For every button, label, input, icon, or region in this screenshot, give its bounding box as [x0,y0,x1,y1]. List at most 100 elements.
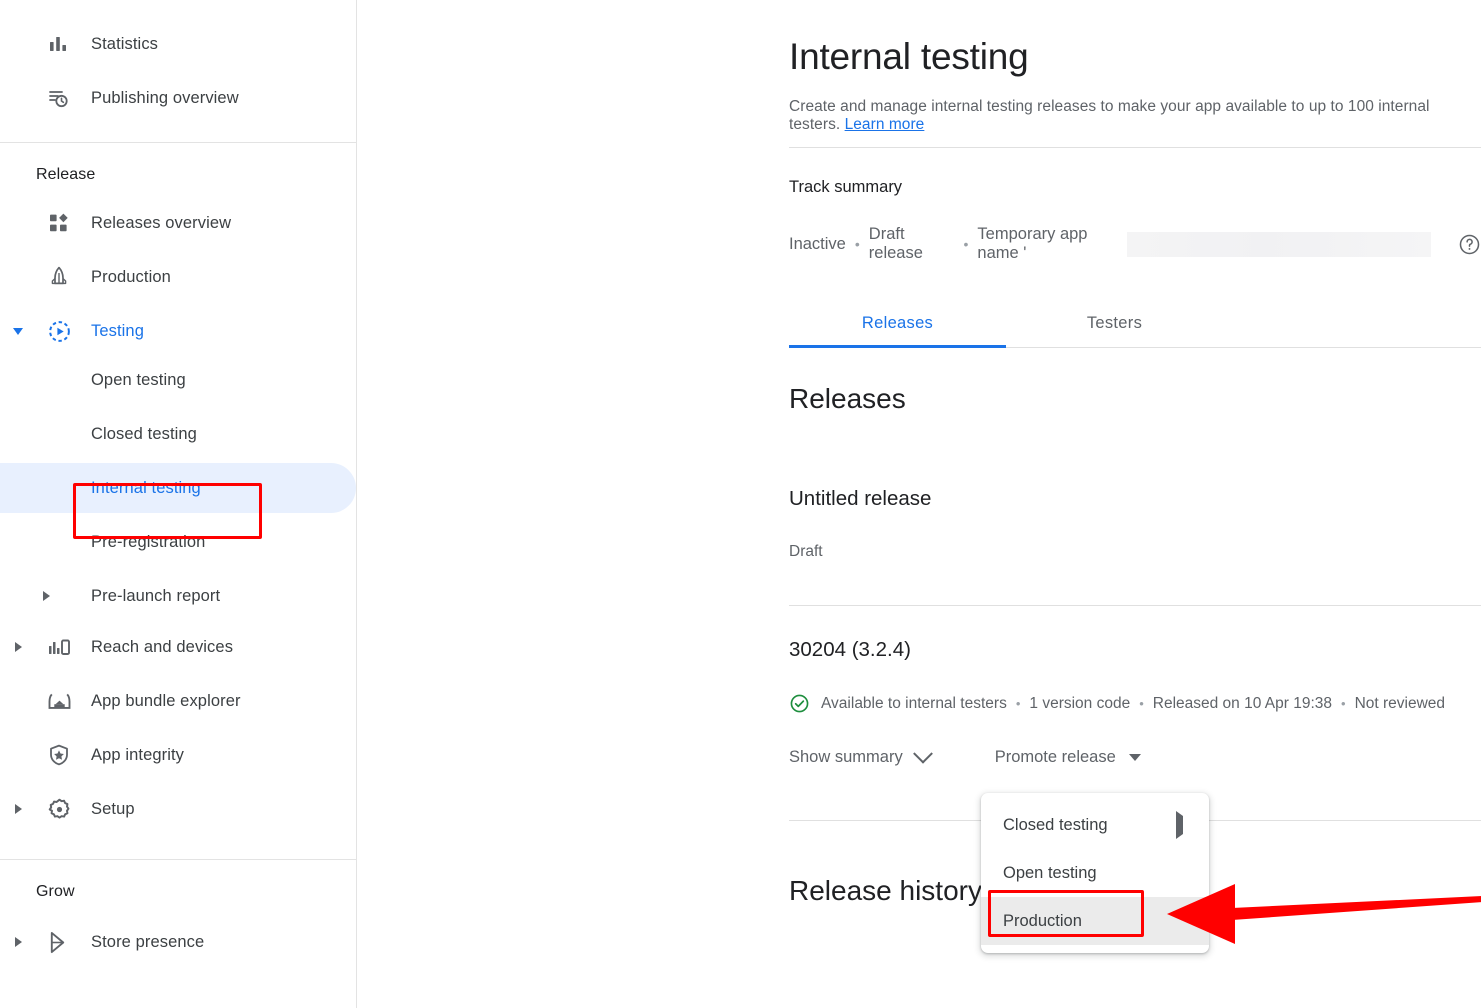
main-content: Internal testing Create and manage inter… [357,0,1481,1008]
meta-separator: • [1015,696,1021,711]
tab-testers[interactable]: Testers [1006,300,1223,346]
chevron-right-icon [1176,810,1183,839]
chevron-right-icon[interactable] [0,804,36,814]
releases-section-title: Releases [789,383,906,414]
release-history-title: Release history [789,875,982,906]
promote-release-label: Promote release [994,748,1116,766]
sidebar-item-releases-overview[interactable]: Releases overview [0,201,356,245]
play-store-icon [36,930,82,955]
sidebar-item-testing[interactable]: Testing [0,309,356,353]
release-review-status: Not reviewed [1354,694,1446,712]
draft-release-status: Draft [789,543,823,560]
track-release-state: Draft release [868,225,923,262]
promote-release-button[interactable]: Promote release [995,748,1141,767]
page-title: Internal testing [789,36,1029,77]
sidebar-item-setup[interactable]: Setup [0,787,356,831]
sidebar-navigation: Statistics Publishing overview Release R… [0,0,357,1008]
track-summary-heading: Track summary [789,178,903,196]
draft-release-name: Untitled release [789,487,932,510]
sidebar-item-label: Store presence [91,932,205,951]
meta-separator: • [1341,696,1346,711]
meta-separator: • [1139,696,1144,711]
sidebar-item-pre-launch-report[interactable]: Pre-launch report [0,569,356,623]
chevron-down-icon [912,743,933,764]
sidebar-item-publishing-overview[interactable]: Publishing overview [0,76,356,120]
sidebar-item-store-presence[interactable]: Store presence [0,920,356,964]
track-status: Inactive [789,234,846,253]
sidebar-item-label: Setup [91,799,135,818]
show-summary-label: Show summary [789,748,903,766]
chevron-right-icon[interactable] [0,937,36,947]
tab-label: Testers [1086,313,1143,332]
publishing-clock-icon [36,86,82,110]
sidebar-divider [0,859,356,860]
bar-chart-icon [36,32,82,56]
sidebar-item-statistics[interactable]: Statistics [0,22,356,66]
menu-item-label: Closed testing [1003,815,1108,834]
reach-devices-icon [36,635,82,659]
sidebar-item-label: Reach and devices [91,637,234,656]
track-summary-meta: Inactive • Draft release • Temporary app… [789,225,1481,263]
sidebar-item-app-integrity[interactable]: App integrity [0,733,356,777]
shield-star-icon [36,743,82,767]
meta-separator: • [963,236,969,252]
track-app-name-prefix: Temporary app name ' [977,225,1088,262]
check-circle-icon [789,693,810,714]
sidebar-item-pre-registration[interactable]: Pre-registration [0,515,356,569]
redacted-app-name [1126,231,1431,257]
header-divider [789,147,1481,148]
android-bundle-icon [36,689,82,714]
release-divider-1 [789,605,1481,606]
sidebar-item-label: Closed testing [91,424,197,443]
sidebar-item-production[interactable]: Production [0,255,356,299]
caret-down-icon [1128,754,1141,761]
release-availability: Available to internal testers [821,694,1007,712]
menu-item-production[interactable]: Production [981,897,1209,945]
chevron-down-icon[interactable] [0,327,36,335]
tab-releases[interactable]: Releases [789,300,1006,346]
sidebar-item-label: Production [91,267,171,286]
sidebar-item-reach-and-devices[interactable]: Reach and devices [0,625,356,669]
testing-play-icon [36,319,82,344]
release-released-on: Released on 10 Apr 19:38 [1152,694,1333,712]
published-release-meta: Available to internal testers • 1 versio… [789,693,1445,714]
tab-active-indicator [789,345,1006,348]
sidebar-section-release: Release [36,166,96,183]
sidebar-item-label: Internal testing [91,478,201,497]
sidebar-item-open-testing[interactable]: Open testing [0,353,356,407]
menu-item-label: Open testing [1003,863,1097,882]
chevron-right-icon[interactable] [0,642,36,652]
sidebar-item-app-bundle-explorer[interactable]: App bundle explorer [0,679,356,723]
learn-more-link[interactable]: Learn more [845,116,925,133]
chevron-right-icon[interactable] [36,591,56,601]
sidebar-item-label: Statistics [91,34,159,53]
sidebar-item-label: Publishing overview [91,88,239,107]
show-summary-button[interactable]: Show summary [789,743,933,767]
page-subtitle: Create and manage internal testing relea… [789,98,1481,134]
help-circle-icon[interactable] [1458,233,1481,256]
rocket-icon [36,265,82,289]
sidebar-item-label: Testing [91,321,144,340]
sidebar-section-grow: Grow [36,883,75,900]
sidebar-item-label: Open testing [91,370,186,389]
sidebar-item-closed-testing[interactable]: Closed testing [0,407,356,461]
menu-item-open-testing[interactable]: Open testing [981,849,1209,897]
published-release-name: 30204 (3.2.4) [789,638,911,661]
menu-item-label: Production [1003,911,1082,930]
sidebar-divider [0,142,356,143]
tab-label: Releases [861,313,934,332]
sidebar-item-internal-testing[interactable]: Internal testing [0,461,356,515]
releases-overview-icon [36,211,82,235]
track-tabs: Releases Testers [789,300,1481,348]
sidebar-item-label: App bundle explorer [91,691,241,710]
release-version-codes: 1 version code [1029,694,1131,712]
meta-separator: • [854,236,860,252]
sidebar-item-label: App integrity [91,745,185,764]
promote-release-menu: Closed testing Open testing Production [981,793,1209,953]
sidebar-item-label: Pre-registration [91,532,206,551]
sidebar-item-label: Releases overview [91,213,232,232]
menu-item-closed-testing[interactable]: Closed testing [981,801,1209,849]
gear-icon [36,797,82,822]
play-console-window: Statistics Publishing overview Release R… [0,0,1481,1008]
release-actions: Show summary Promote release [789,743,1141,767]
